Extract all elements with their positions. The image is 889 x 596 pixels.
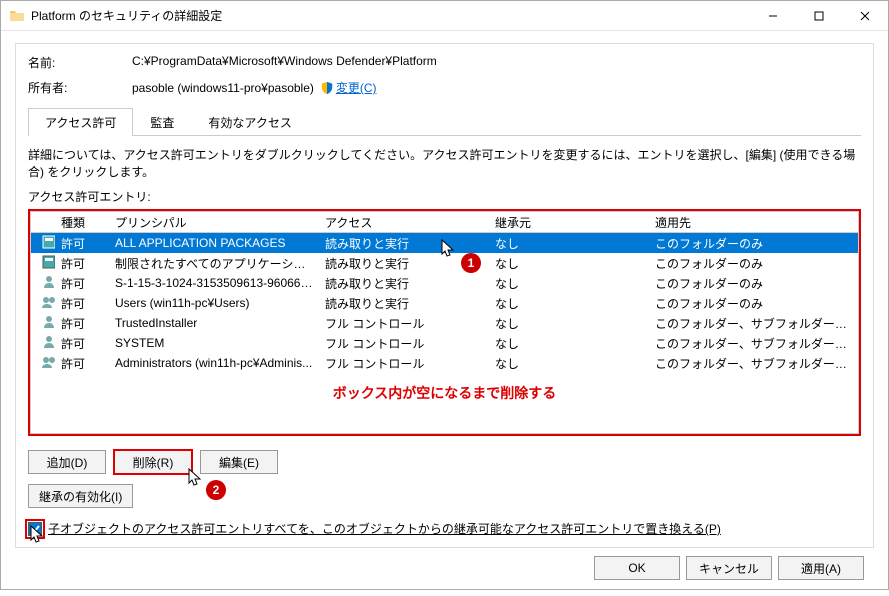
tab-bar: アクセス許可 監査 有効なアクセス — [28, 108, 861, 136]
shield-icon — [320, 81, 334, 95]
table-row[interactable]: 許可S-1-15-3-1024-3153509613-9606667...読み取… — [31, 273, 858, 293]
owner-row: 所有者: pasoble (windows11-pro¥pasoble) 変更(… — [28, 79, 861, 96]
close-button[interactable] — [842, 1, 888, 31]
cell-access: 読み取りと実行 — [319, 293, 489, 314]
table-header: 種類 プリンシパル アクセス 継承元 適用先 — [30, 211, 859, 233]
folder-icon — [9, 8, 25, 24]
cell-access: 読み取りと実行 — [319, 273, 489, 294]
name-label: 名前: — [28, 54, 132, 71]
cell-principal: Administrators (win11h-pc¥Adminis... — [109, 354, 319, 372]
col-type[interactable]: 種類 — [55, 212, 109, 233]
replace-checkbox-row: 子オブジェクトのアクセス許可エントリすべてを、このオブジェクトからの継承可能なア… — [28, 520, 861, 537]
col-principal[interactable]: プリンシパル — [109, 212, 319, 233]
tab-permissions[interactable]: アクセス許可 — [28, 108, 133, 136]
maximize-button[interactable] — [796, 1, 842, 31]
cell-access: 読み取りと実行 — [319, 233, 489, 254]
tab-effective-access[interactable]: 有効なアクセス — [191, 108, 308, 136]
cell-applies: このフォルダーのみ — [649, 253, 858, 274]
cell-access: フル コントロール — [319, 333, 489, 354]
col-access[interactable]: アクセス — [319, 212, 489, 233]
table-row[interactable]: 許可SYSTEMフル コントロールなしこのフォルダー、サブフォルダーおよびファイ… — [31, 333, 858, 353]
table-row[interactable]: 許可制限されたすべてのアプリケーション パッケ...読み取りと実行なしこのフォル… — [31, 253, 858, 273]
inner-panel: 名前: C:¥ProgramData¥Microsoft¥Windows Def… — [15, 43, 874, 548]
cell-access: フル コントロール — [319, 313, 489, 334]
cell-type: 許可 — [55, 253, 109, 274]
replace-child-label: 子オブジェクトのアクセス許可エントリすべてを、このオブジェクトからの継承可能なア… — [48, 520, 721, 537]
cell-inherited: なし — [489, 333, 649, 354]
cell-principal: TrustedInstaller — [109, 314, 319, 332]
cell-applies: このフォルダー、サブフォルダーおよびファイル — [649, 313, 858, 334]
cell-principal: SYSTEM — [109, 334, 319, 352]
cell-type: 許可 — [55, 353, 109, 374]
ok-button[interactable]: OK — [594, 556, 680, 580]
cell-type: 許可 — [55, 233, 109, 254]
enable-inheritance-button[interactable]: 継承の有効化(I) — [28, 484, 133, 508]
cell-inherited: なし — [489, 233, 649, 254]
minimize-button[interactable] — [750, 1, 796, 31]
button-row: 追加(D) 削除(R) 編集(E) 2 — [28, 450, 861, 474]
window-title: Platform のセキュリティの詳細設定 — [31, 7, 750, 24]
cell-applies: このフォルダー、サブフォルダーおよびファイル — [649, 353, 858, 374]
cancel-button[interactable]: キャンセル — [686, 556, 772, 580]
col-icon — [31, 220, 55, 224]
owner-label: 所有者: — [28, 79, 132, 96]
cell-principal: S-1-15-3-1024-3153509613-9606667... — [109, 274, 319, 292]
cell-applies: このフォルダーのみ — [649, 273, 858, 294]
entries-label: アクセス許可エントリ: — [28, 188, 861, 205]
principal-icon — [31, 352, 55, 375]
titlebar: Platform のセキュリティの詳細設定 — [1, 1, 888, 31]
name-row: 名前: C:¥ProgramData¥Microsoft¥Windows Def… — [28, 54, 861, 71]
cell-inherited: なし — [489, 353, 649, 374]
cell-type: 許可 — [55, 293, 109, 314]
cell-type: 許可 — [55, 333, 109, 354]
cell-inherited: なし — [489, 273, 649, 294]
inherit-row: 継承の有効化(I) — [28, 484, 861, 508]
replace-child-checkbox[interactable] — [28, 522, 42, 536]
apply-button[interactable]: 適用(A) — [778, 556, 864, 580]
cell-principal: 制限されたすべてのアプリケーション パッケ... — [109, 253, 319, 274]
cell-type: 許可 — [55, 313, 109, 334]
security-settings-window: Platform のセキュリティの詳細設定 名前: C:¥ProgramData… — [0, 0, 889, 590]
cell-inherited: なし — [489, 313, 649, 334]
cell-applies: このフォルダー、サブフォルダーおよびファイル — [649, 333, 858, 354]
cell-inherited: なし — [489, 293, 649, 314]
dialog-footer: OK キャンセル 適用(A) — [15, 548, 874, 588]
add-button[interactable]: 追加(D) — [28, 450, 106, 474]
col-applies[interactable]: 適用先 — [649, 212, 858, 233]
entries-highlight-box: 種類 プリンシパル アクセス 継承元 適用先 許可ALL APPLICATION… — [28, 209, 861, 436]
cell-principal: Users (win11h-pc¥Users) — [109, 294, 319, 312]
table-row[interactable]: 許可Administrators (win11h-pc¥Adminis...フル… — [31, 353, 858, 373]
owner-value: pasoble (windows11-pro¥pasoble) — [132, 81, 314, 95]
cell-applies: このフォルダーのみ — [649, 233, 858, 254]
edit-button[interactable]: 編集(E) — [200, 450, 278, 474]
content-area: 名前: C:¥ProgramData¥Microsoft¥Windows Def… — [1, 31, 888, 596]
table-body[interactable]: 許可ALL APPLICATION PACKAGES読み取りと実行なしこのフォル… — [30, 233, 859, 373]
col-inherited[interactable]: 継承元 — [489, 212, 649, 233]
cell-access: 読み取りと実行 — [319, 253, 489, 274]
cell-access: フル コントロール — [319, 353, 489, 374]
cell-applies: このフォルダーのみ — [649, 293, 858, 314]
description-text: 詳細については、アクセス許可エントリをダブルクリックしてください。アクセス許可エ… — [28, 146, 861, 180]
cell-inherited: なし — [489, 253, 649, 274]
table-row[interactable]: 許可Users (win11h-pc¥Users)読み取りと実行なしこのフォルダ… — [31, 293, 858, 313]
name-value: C:¥ProgramData¥Microsoft¥Windows Defende… — [132, 54, 437, 71]
annotation-delete-note: ボックス内が空になるまで削除する — [30, 373, 859, 434]
table-row[interactable]: 許可TrustedInstallerフル コントロールなしこのフォルダー、サブフ… — [31, 313, 858, 333]
cell-principal: ALL APPLICATION PACKAGES — [109, 234, 319, 252]
table-row[interactable]: 許可ALL APPLICATION PACKAGES読み取りと実行なしこのフォル… — [31, 233, 858, 253]
tab-auditing[interactable]: 監査 — [133, 108, 191, 136]
change-owner-link[interactable]: 変更(C) — [336, 79, 377, 96]
remove-button[interactable]: 削除(R) — [114, 450, 192, 474]
cell-type: 許可 — [55, 273, 109, 294]
